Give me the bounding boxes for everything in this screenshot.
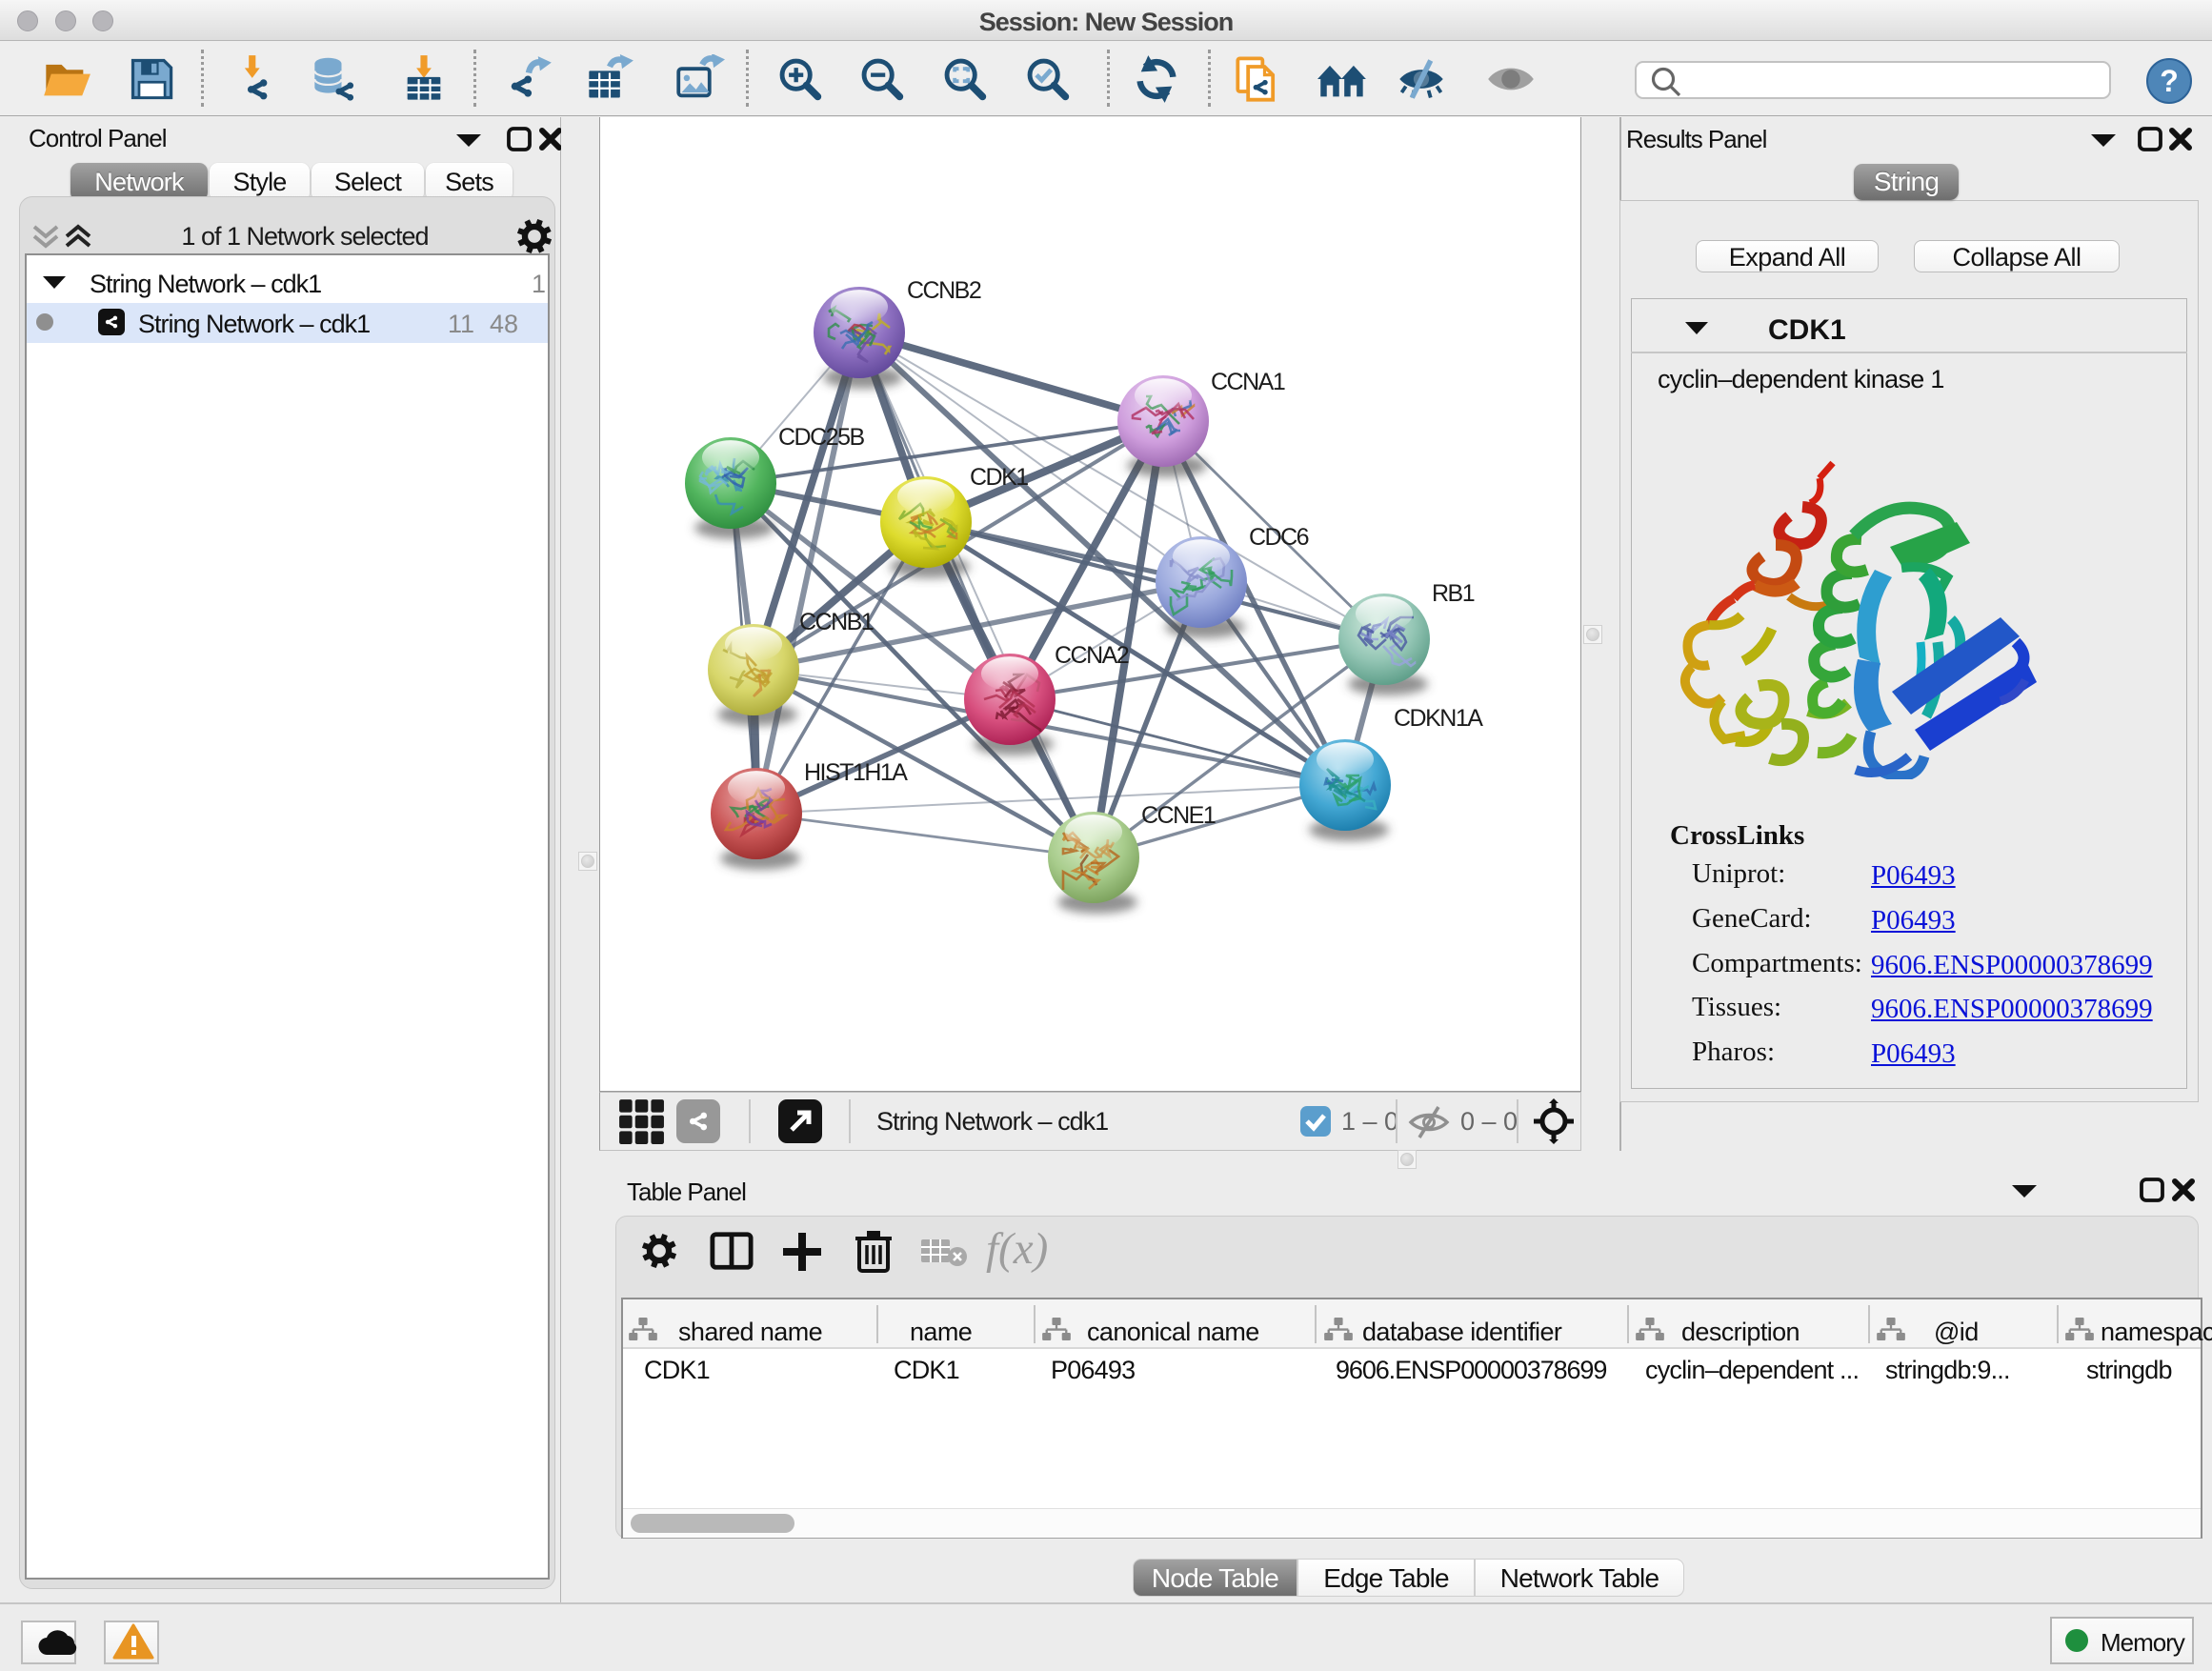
svg-text:HIST1H1A: HIST1H1A [804,759,908,786]
svg-text:CDKN1A: CDKN1A [1394,705,1483,732]
svg-text:CCNB1: CCNB1 [799,609,874,635]
svg-text:CCNE1: CCNE1 [1141,802,1216,829]
svg-text:CDK1: CDK1 [970,464,1028,491]
svg-text:?: ? [2160,64,2179,98]
svg-text:RB1: RB1 [1432,580,1475,607]
svg-text:CCNA2: CCNA2 [1055,642,1129,669]
svg-text:CCNA1: CCNA1 [1211,369,1285,395]
svg-text:CDC25B: CDC25B [778,424,864,451]
svg-text:CCNB2: CCNB2 [907,277,981,304]
svg-text:CDC6: CDC6 [1249,524,1309,551]
